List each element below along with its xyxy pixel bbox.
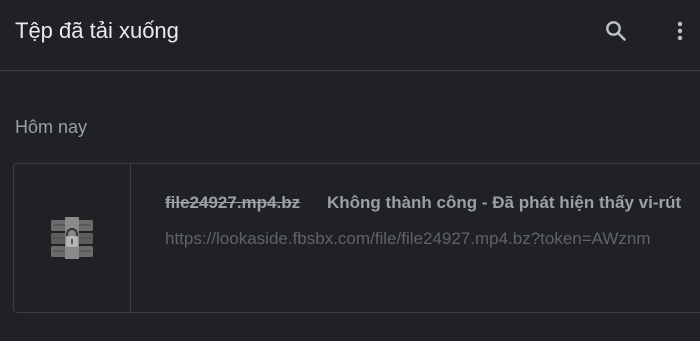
file-icon-area: [14, 164, 131, 312]
toolbar: Tệp đã tải xuống: [0, 0, 700, 71]
download-url-link[interactable]: https://lookaside.fbsbx.com/file/file249…: [165, 228, 651, 250]
page-title: Tệp đã tải xuống: [15, 18, 179, 43]
archive-file-icon: [51, 217, 93, 259]
date-section-label: Hôm nay: [15, 117, 88, 137]
download-status-text: Không thành công - Đã phát hiện thấy vi-…: [327, 193, 682, 212]
more-options-button[interactable]: [663, 14, 697, 48]
search-button[interactable]: [599, 14, 633, 48]
search-icon: [606, 21, 626, 41]
more-vert-icon: [677, 21, 683, 41]
file-name-link[interactable]: file24927.mp4.bz: [165, 192, 300, 214]
download-item-card: file24927.mp4.bz Không thành công - Đã p…: [13, 163, 700, 313]
